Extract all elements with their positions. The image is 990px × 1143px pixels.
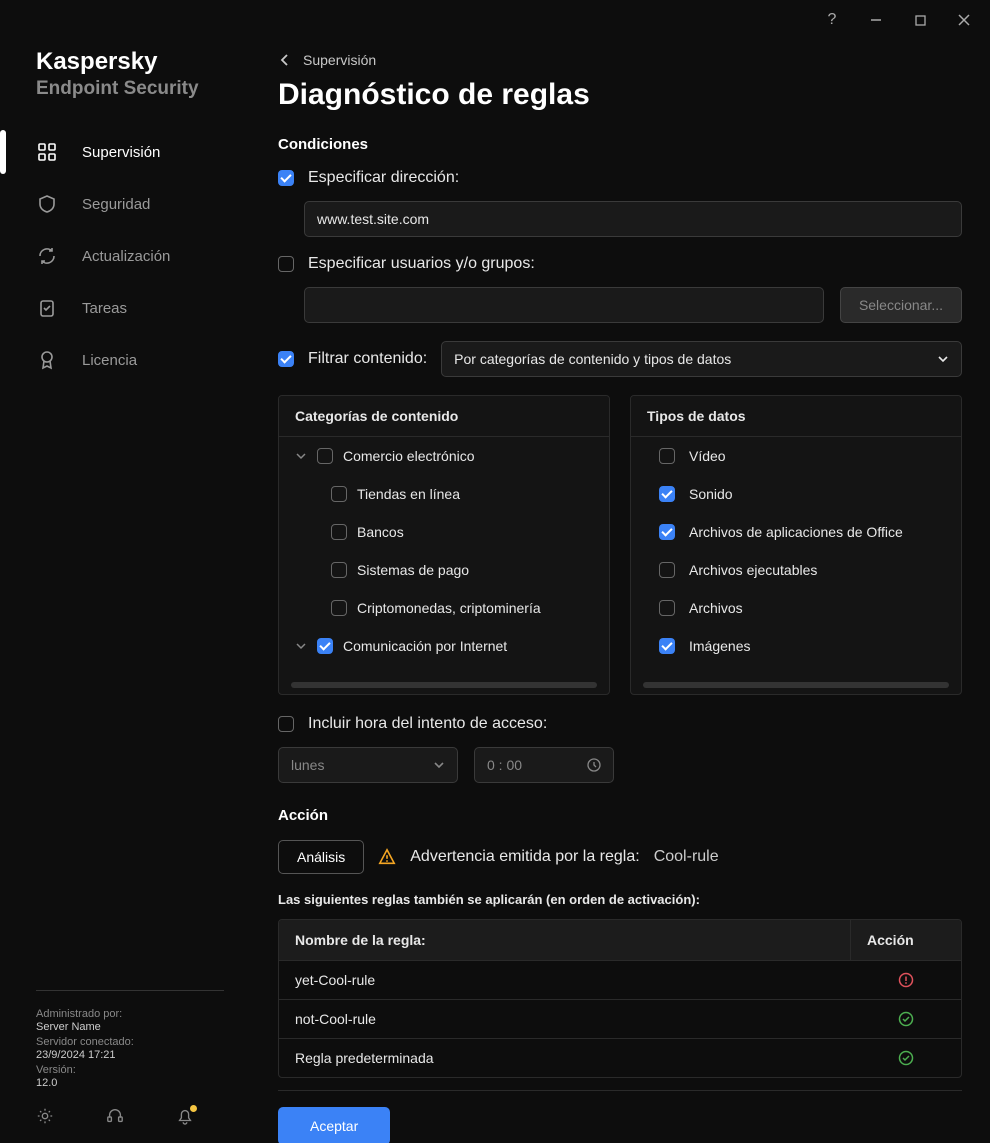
category-child-row[interactable]: Sistemas de pago [279,551,609,589]
brand: Kaspersky Endpoint Security [0,48,260,126]
close-icon[interactable] [956,12,972,28]
sidebar: Kaspersky Endpoint Security Supervisión … [0,40,260,1143]
category-checkbox[interactable] [331,562,347,578]
page-title: Diagnóstico de reglas [278,78,980,130]
badge-icon [36,349,58,371]
status-block-icon [851,961,961,999]
scrollbar-horizontal[interactable] [291,682,597,688]
category-checkbox[interactable] [317,448,333,464]
brand-main: Kaspersky [36,48,224,76]
include-time-label: Incluir hora del intento de acceso: [308,715,547,733]
scrollbar-horizontal[interactable] [643,682,949,688]
categories-panel: Categorías de contenido Comercio electró… [278,395,610,695]
minimize-icon[interactable] [868,12,884,28]
data-type-row[interactable]: Imágenes [631,627,961,665]
dashboard-icon [36,141,58,163]
category-checkbox[interactable] [331,524,347,540]
dtype-checkbox[interactable] [659,562,675,578]
table-row[interactable]: yet-Cool-rule [279,960,961,999]
analyze-button[interactable]: Análisis [278,840,364,874]
nav-tasks[interactable]: Tareas [0,282,260,334]
help-icon[interactable]: ? [824,12,840,28]
data-types-header: Tipos de datos [631,396,961,436]
chevron-down-icon [433,761,445,769]
category-row[interactable]: Comunicación por Internet [279,627,609,665]
nav-security[interactable]: Seguridad [0,178,260,230]
data-type-row[interactable]: Archivos de aplicaciones de Office [631,513,961,551]
dtype-checkbox[interactable] [659,638,675,654]
filter-content-checkbox[interactable] [278,351,294,367]
specify-address-checkbox[interactable] [278,170,294,186]
specify-users-checkbox[interactable] [278,256,294,272]
data-types-panel: Tipos de datos Vídeo Sonido Archivos de … [630,395,962,695]
category-row[interactable]: Comercio electrónico [279,437,609,475]
warning-rule: Cool-rule [654,848,719,866]
breadcrumb[interactable]: Supervisión [278,48,980,78]
maximize-icon[interactable] [912,12,928,28]
category-checkbox[interactable] [331,486,347,502]
chevron-left-icon [280,53,289,67]
nav-license[interactable]: Licencia [0,334,260,386]
time-input[interactable]: 0 : 00 [474,747,614,783]
category-child-row[interactable]: Bancos [279,513,609,551]
nav-label: Supervisión [82,144,160,161]
settings-icon[interactable] [36,1107,54,1125]
filter-content-label: Filtrar contenido: [308,350,427,368]
day-select[interactable]: lunes [278,747,458,783]
data-type-row[interactable]: Sonido [631,475,961,513]
status-allow-icon [851,1000,961,1038]
rules-description: Las siguientes reglas también se aplicar… [278,892,962,907]
notifications-icon[interactable] [176,1107,194,1125]
th-action: Acción [851,920,961,960]
dtype-checkbox[interactable] [659,600,675,616]
specify-users-label: Especificar usuarios y/o grupos: [308,255,535,273]
categories-header: Categorías de contenido [279,396,609,436]
data-type-row[interactable]: Vídeo [631,437,961,475]
select-users-button[interactable]: Seleccionar... [840,287,962,323]
nav-label: Licencia [82,352,137,369]
warning-icon [378,848,396,866]
warning-text: Advertencia emitida por la regla: [410,848,639,866]
rules-table: Nombre de la regla: Acción yet-Cool-rule… [278,919,962,1078]
support-icon[interactable] [106,1107,124,1125]
dtype-checkbox[interactable] [659,448,675,464]
dtype-checkbox[interactable] [659,524,675,540]
accept-button[interactable]: Aceptar [278,1107,390,1143]
refresh-icon [36,245,58,267]
category-child-row[interactable]: Tiendas en línea [279,475,609,513]
category-checkbox[interactable] [331,600,347,616]
clipboard-icon [36,297,58,319]
table-row[interactable]: not-Cool-rule [279,999,961,1038]
specify-address-label: Especificar dirección: [308,169,459,187]
chevron-down-icon [937,355,949,363]
category-checkbox[interactable] [317,638,333,654]
chevron-down-icon [295,453,307,460]
filter-content-select[interactable]: Por categorías de contenido y tipos de d… [441,341,962,377]
data-type-row[interactable]: Archivos ejecutables [631,551,961,589]
section-conditions: Condiciones [278,136,962,153]
th-name: Nombre de la regla: [279,920,851,960]
brand-sub: Endpoint Security [36,78,224,100]
include-time-checkbox[interactable] [278,716,294,732]
nav-label: Actualización [82,248,170,265]
status-allow-icon [851,1039,961,1077]
footer-info: Administrado por: Server Name Servidor c… [36,990,224,1089]
users-input[interactable] [304,287,824,323]
chevron-down-icon [295,643,307,650]
category-child-row[interactable]: Criptomonedas, criptominería [279,589,609,627]
nav-label: Tareas [82,300,127,317]
data-type-row[interactable]: Archivos [631,589,961,627]
nav-update[interactable]: Actualización [0,230,260,282]
section-action: Acción [278,807,962,824]
shield-icon [36,193,58,215]
nav-supervision[interactable]: Supervisión [0,126,260,178]
nav-label: Seguridad [82,196,150,213]
table-row[interactable]: Regla predeterminada [279,1038,961,1077]
address-input[interactable] [304,201,962,237]
titlebar: ? [0,0,990,40]
clock-icon [587,758,601,772]
dtype-checkbox[interactable] [659,486,675,502]
